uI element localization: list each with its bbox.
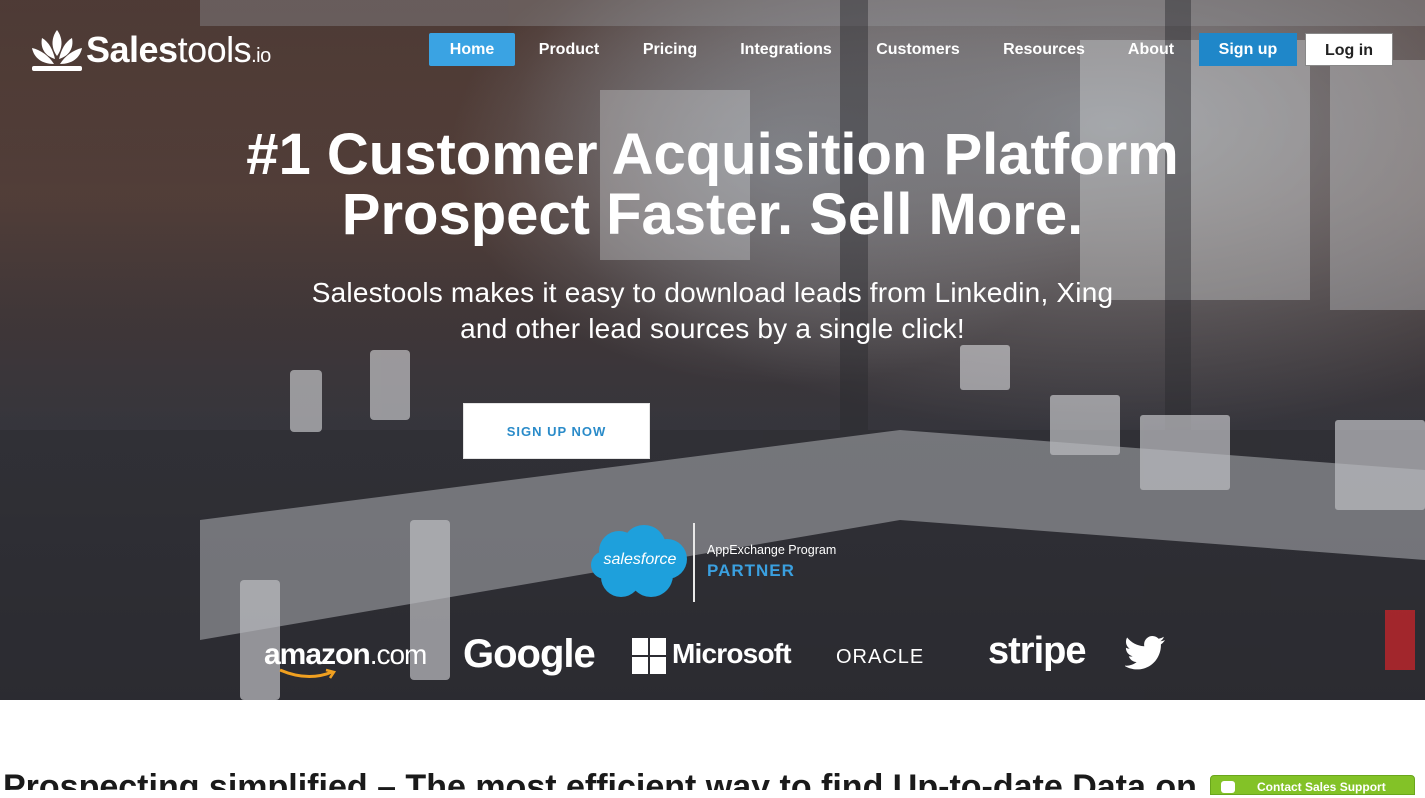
chat-tab-label: Contact Sales Support [1257,780,1386,794]
hero-subtitle-2: and other lead sources by a single click… [460,313,965,344]
twitter-bird-icon [1125,636,1165,670]
nav-home[interactable]: Home [429,33,515,66]
signup-now-button[interactable]: SIGN UP NOW [463,403,650,459]
hero-headline-1: #1 Customer Acquisition Platform [246,122,1179,187]
nav-integrations[interactable]: Integrations [725,33,847,66]
amazon-smile-icon [279,668,337,679]
contact-sales-support-tab[interactable]: Contact Sales Support [1210,775,1415,795]
nav-product[interactable]: Product [523,33,615,66]
stripe-logo: stripe [988,630,1086,672]
logo-wordmark: Salestools.io [86,29,271,70]
salesforce-cloud-label: salesforce [603,551,677,568]
microsoft-windows-icon [632,638,666,674]
partner-label: PARTNER [707,561,795,580]
microsoft-logo: Microsoft [672,638,792,669]
salestools-logo[interactable]: Salestools.io [30,28,271,72]
oracle-logo: ORACLE [836,646,925,668]
appexchange-program-label: AppExchange Program [707,543,837,557]
google-logo: Google [463,632,596,676]
hero-subtitle-1: Salestools makes it easy to download lea… [311,277,1114,308]
chat-bubble-icon [1221,781,1235,793]
hero-section: Salestools.io Home Product Pricing Integ… [0,0,1425,700]
nav-customers[interactable]: Customers [861,33,975,66]
salesforce-partner-badge[interactable]: salesforce AppExchange Program PARTNER [589,523,859,603]
login-button[interactable]: Log in [1305,33,1393,66]
amazon-logo: amazon.com [264,638,427,679]
nav-resources[interactable]: Resources [989,33,1099,66]
nav-about[interactable]: About [1113,33,1189,66]
nav-pricing[interactable]: Pricing [629,33,711,66]
hero-headline-2: Prospect Faster. Sell More. [341,182,1084,247]
badge-divider [693,523,695,602]
lotus-logo-icon [32,30,82,71]
signup-button[interactable]: Sign up [1199,33,1297,66]
